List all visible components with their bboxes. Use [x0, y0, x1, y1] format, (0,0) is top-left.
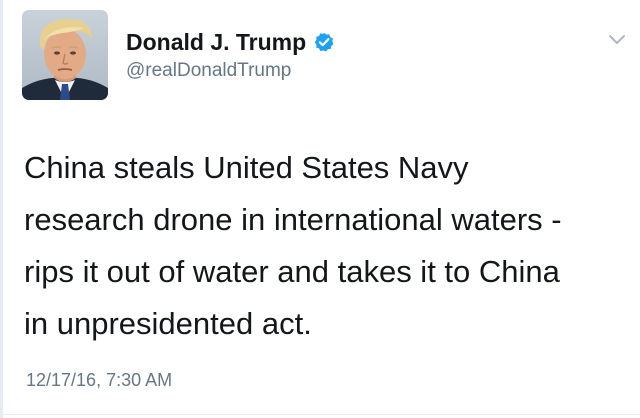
- tweet-text: China steals United States Navy research…: [24, 142, 636, 350]
- tweet-card: Donald J. Trump @realDonaldTrump China s…: [0, 0, 640, 418]
- tweet-text-line: research drone in international waters -: [24, 202, 562, 237]
- divider: [0, 414, 640, 415]
- verified-badge-icon: [314, 32, 334, 52]
- tweet-text-line: rips it out of water and takes it to Chi…: [24, 254, 560, 289]
- tweet-timestamp[interactable]: 12/17/16, 7:30 AM: [26, 370, 172, 391]
- avatar-photo: [22, 10, 108, 100]
- avatar[interactable]: [22, 10, 108, 100]
- left-border: [0, 0, 3, 418]
- author-name-row: Donald J. Trump: [126, 28, 334, 56]
- author-display-name[interactable]: Donald J. Trump: [126, 29, 306, 56]
- tweet-text-line: in unpresidented act.: [24, 306, 312, 341]
- tweet-text-line: China steals United States Navy: [24, 150, 469, 185]
- author-handle[interactable]: @realDonaldTrump: [126, 60, 291, 82]
- chevron-down-icon[interactable]: [607, 33, 627, 47]
